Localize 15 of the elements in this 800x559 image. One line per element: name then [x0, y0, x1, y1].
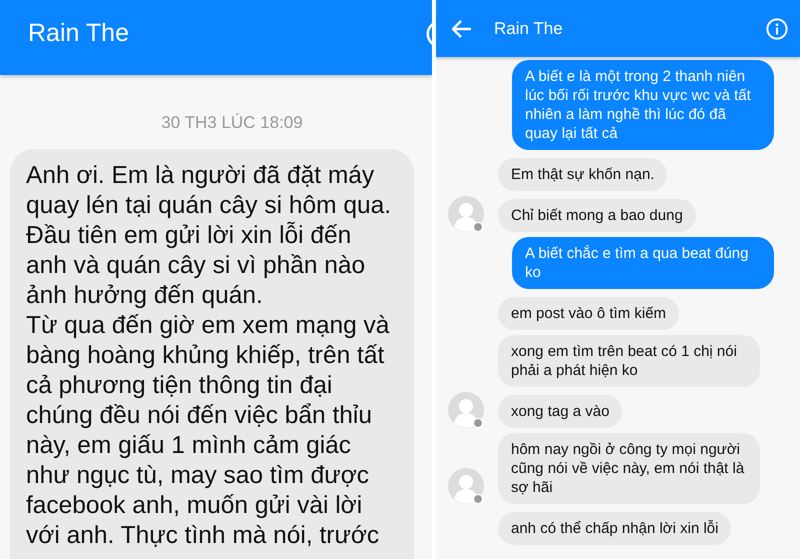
contact-name: Rain The	[494, 18, 564, 38]
received-message: xong tag a vào	[498, 395, 622, 428]
back-button[interactable]	[452, 20, 472, 38]
received-message: Chỉ biết mong a bao dung	[498, 199, 696, 232]
info-button[interactable]	[766, 18, 788, 40]
date-divider: 30 TH3 LÚC 18:09	[161, 113, 303, 133]
received-message: anh có thể chấp nhận lời xin lỗi	[498, 512, 732, 545]
sent-message: A biết e là một trong 2 thanh niên lúc bối rối trước khu vực wc và tất nhiên a làm nghề thì lúc đó đã quay lại tất cả	[512, 60, 774, 150]
received-message: Anh ơi. Em là người đã đặt máy quay lén tại quán cây si hôm qua. Đầu tiên em gửi lời xin lỗi đến anh và quán cây si vì phần nào ảnh hưởng đến quán. Từ qua đến giờ em xem mạng và bàng hoàng khủng khiếp, trên tất cả phương tiện thông tin đại chúng đều nói đến việc bẩn thỉu này, em giấu 1 mình cảm giác như ngục tù, may sao tìm được facebook anh, muốn gửi vài lời với anh. Thực tình mà nói, trước	[10, 149, 414, 559]
received-message: xong em tìm trên beat có 1 chị nói phải a phát hiện ko	[498, 335, 760, 387]
sent-message: A biết chắc e tìm a qua beat đúng ko	[512, 237, 774, 289]
received-message: hôm nay ngồi ở công ty mọi người cũng nói về việc này, em nói thật là sợ hãi	[498, 433, 760, 504]
received-message: Em thật sự khốn nạn.	[498, 158, 668, 191]
contact-name: Rain The	[28, 19, 130, 48]
received-message: em post vào ô tìm kiếm	[498, 297, 680, 330]
